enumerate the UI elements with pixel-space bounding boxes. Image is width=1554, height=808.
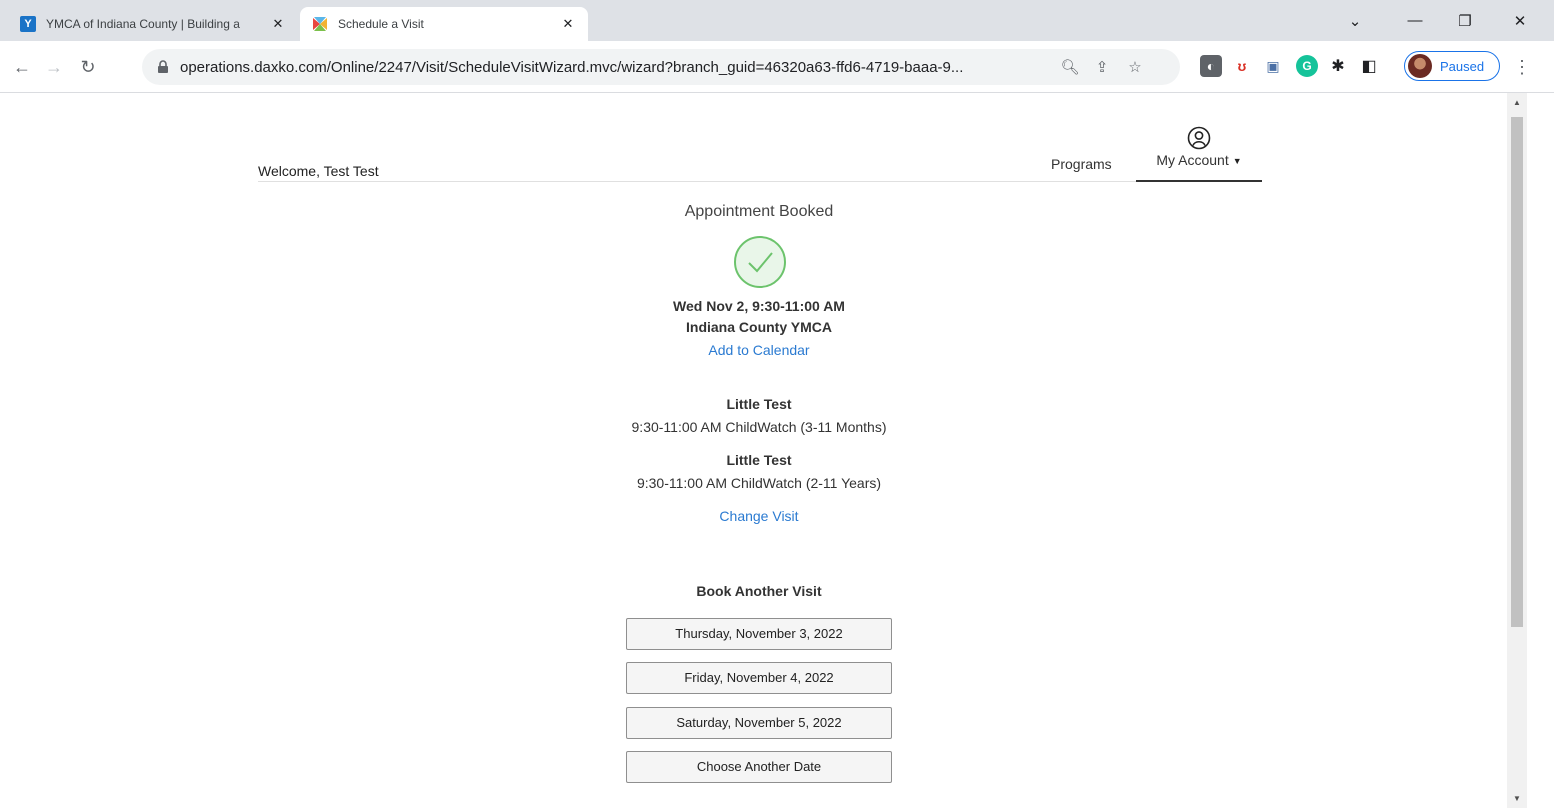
- my-account-menu[interactable]: My Account ▼: [1136, 120, 1262, 182]
- cast-extension-icon[interactable]: ▣: [1262, 55, 1284, 77]
- tab-title: Schedule a Visit: [338, 17, 424, 31]
- browser-tab-schedule[interactable]: Schedule a Visit ✕: [300, 7, 588, 41]
- page-scrollbar[interactable]: ▲ ▼: [1507, 93, 1527, 808]
- browser-tab-ymca[interactable]: Y YMCA of Indiana County | Building a ✕: [8, 7, 298, 41]
- close-icon[interactable]: ✕: [270, 16, 286, 32]
- restore-icon[interactable]: ❐: [1440, 0, 1490, 41]
- url-text: operations.daxko.com/Online/2247/Visit/S…: [180, 58, 964, 76]
- attendee-name: Little Test: [726, 452, 792, 468]
- address-bar[interactable]: operations.daxko.com/Online/2247/Visit/S…: [142, 49, 1180, 85]
- avatar: [1408, 54, 1432, 78]
- lock-icon: [158, 60, 168, 73]
- book-date-button[interactable]: Saturday, November 5, 2022: [626, 707, 892, 739]
- reload-icon[interactable]: ↻: [74, 53, 102, 81]
- browser-toolbar: ← → ↻ operations.daxko.com/Online/2247/V…: [0, 41, 1554, 93]
- bookmark-star-icon[interactable]: ☆: [1125, 58, 1145, 76]
- tab-search-icon[interactable]: ⌄: [1330, 0, 1380, 41]
- page-viewport: Welcome, Test Test Programs My Account ▼ …: [0, 93, 1554, 808]
- site-header: Welcome, Test Test Programs My Account ▼: [258, 120, 1262, 182]
- user-circle-icon: [1187, 126, 1211, 150]
- side-panel-icon[interactable]: ◧: [1358, 55, 1380, 77]
- share-icon[interactable]: ⇪: [1092, 58, 1112, 76]
- appointment-booked-title: Appointment Booked: [684, 203, 834, 220]
- forward-icon[interactable]: →: [40, 53, 68, 81]
- change-visit-link[interactable]: Change Visit: [719, 508, 798, 524]
- my-account-label: My Account: [1156, 152, 1229, 168]
- attendee-name: Little Test: [726, 396, 792, 412]
- close-window-icon[interactable]: ✕: [1495, 0, 1545, 41]
- pocket-extension-icon[interactable]: ʊ: [1231, 55, 1253, 77]
- extension-icon[interactable]: ◐: [1200, 55, 1222, 77]
- scroll-up-icon[interactable]: ▲: [1507, 95, 1527, 109]
- nav-programs-link[interactable]: Programs: [1051, 156, 1112, 172]
- close-icon[interactable]: ✕: [560, 16, 576, 32]
- tab-title: YMCA of Indiana County | Building a: [46, 17, 240, 31]
- zoom-icon[interactable]: 🔍︎: [1060, 58, 1080, 76]
- attendee-detail: 9:30-11:00 AM ChildWatch (3-11 Months): [631, 419, 887, 435]
- profile-status: Paused: [1440, 58, 1485, 74]
- caret-down-icon: ▼: [1232, 155, 1242, 166]
- back-icon[interactable]: ←: [8, 53, 36, 81]
- scroll-thumb[interactable]: [1511, 117, 1523, 627]
- add-to-calendar-row: Add to Calendar: [0, 342, 1518, 360]
- ymca-icon: Y: [20, 16, 36, 32]
- attendee-detail: 9:30-11:00 AM ChildWatch (2-11 Years): [636, 475, 882, 491]
- grammarly-icon[interactable]: G: [1296, 55, 1318, 77]
- book-date-button[interactable]: Thursday, November 3, 2022: [626, 618, 892, 650]
- minimize-icon[interactable]: —: [1390, 0, 1440, 41]
- book-date-button[interactable]: Friday, November 4, 2022: [626, 662, 892, 694]
- more-menu-icon[interactable]: ⋮: [1512, 55, 1532, 79]
- scroll-down-icon[interactable]: ▼: [1507, 791, 1527, 805]
- appointment-location: Indiana County YMCA: [686, 319, 832, 335]
- appointment-datetime: Wed Nov 2, 9:30-11:00 AM: [673, 298, 845, 314]
- welcome-text: Welcome, Test Test: [258, 163, 379, 179]
- choose-another-date-button[interactable]: Choose Another Date: [626, 751, 892, 783]
- add-to-calendar-link[interactable]: Add to Calendar: [708, 342, 809, 358]
- browser-tab-bar: Y YMCA of Indiana County | Building a ✕ …: [0, 0, 1554, 41]
- change-visit-row: Change Visit: [0, 508, 1518, 526]
- profile-button[interactable]: Paused: [1404, 51, 1500, 81]
- daxko-icon: [312, 16, 328, 32]
- book-another-visit-title: Book Another Visit: [696, 583, 822, 599]
- success-check-icon: [734, 236, 786, 288]
- puzzle-extensions-icon[interactable]: ✱: [1327, 55, 1349, 77]
